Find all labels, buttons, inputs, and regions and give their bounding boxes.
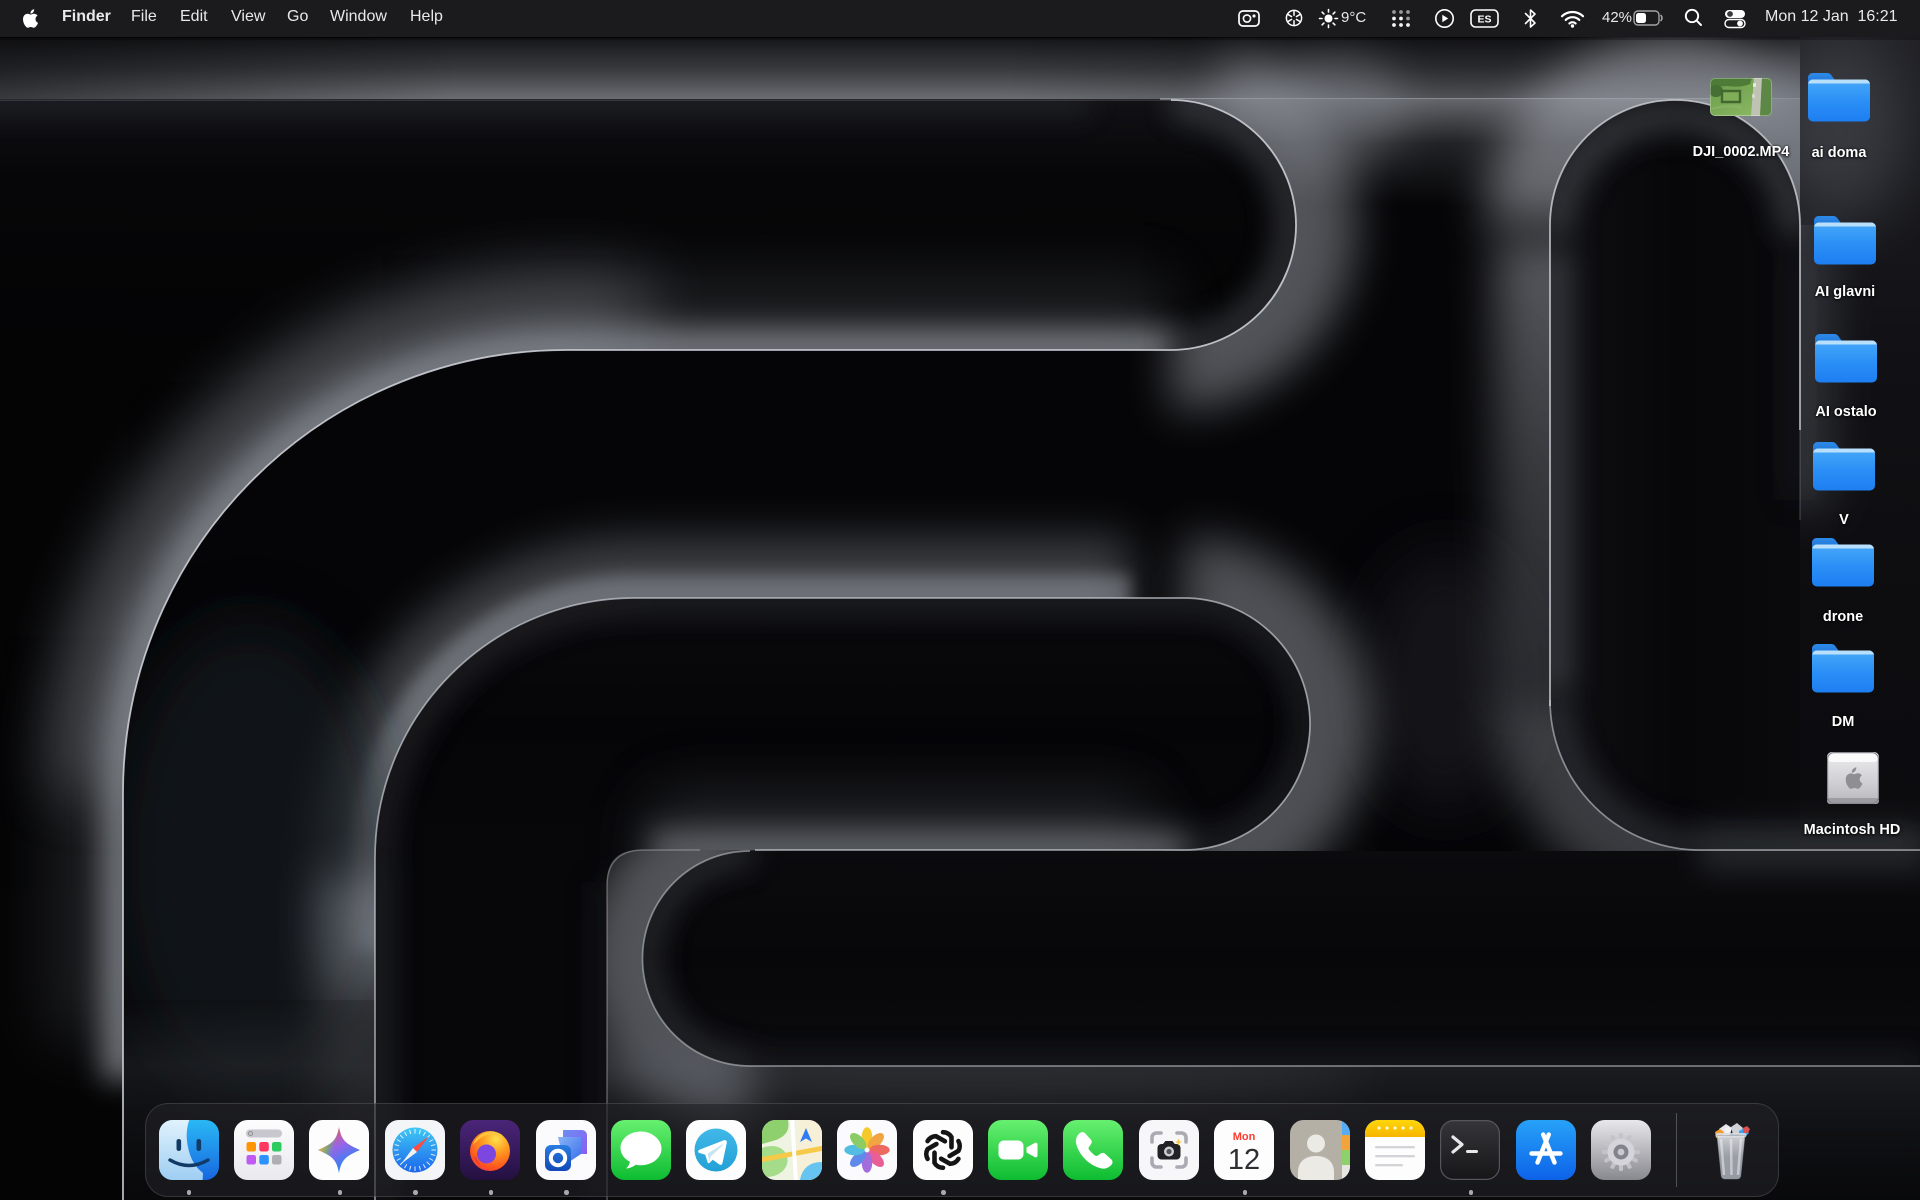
- svg-text:ES: ES: [1477, 14, 1491, 26]
- svg-text:12: 12: [1228, 1144, 1260, 1176]
- svg-text:Mon: Mon: [1233, 1131, 1256, 1143]
